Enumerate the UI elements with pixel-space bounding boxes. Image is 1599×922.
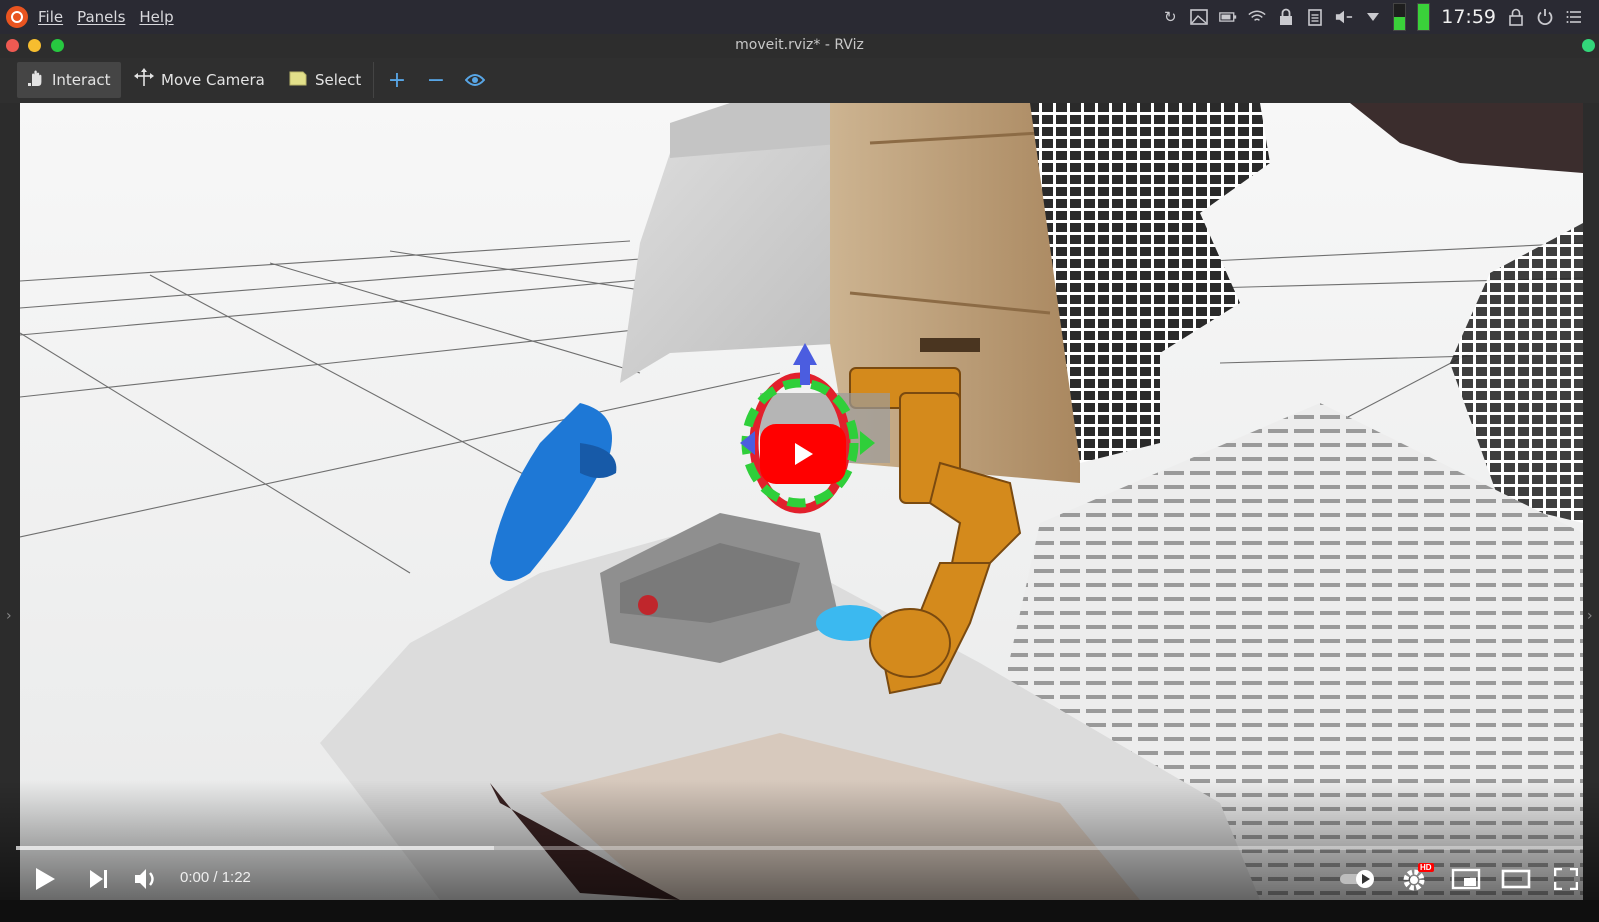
- screen-lock-icon[interactable]: [1507, 8, 1525, 26]
- theater-icon: [1501, 869, 1531, 889]
- lock-icon[interactable]: [1277, 8, 1295, 26]
- mute-button[interactable]: [128, 858, 166, 900]
- skip-next-icon: [90, 870, 107, 888]
- autoplay-icon: [1340, 870, 1374, 888]
- interact-tool-label: Interact: [52, 71, 111, 89]
- system-tray: ↻ 17:59: [1161, 0, 1583, 34]
- play-triangle-icon: [795, 443, 813, 465]
- plus-icon[interactable]: +: [383, 64, 411, 96]
- battery-level-low-icon: [1393, 3, 1407, 31]
- menu-help[interactable]: Help: [139, 8, 173, 26]
- menu-panels[interactable]: Panels: [77, 8, 125, 26]
- image-icon[interactable]: [1190, 8, 1209, 26]
- move-camera-tool-label: Move Camera: [161, 71, 265, 89]
- sync-icon[interactable]: ↻: [1161, 8, 1179, 26]
- battery-level-full-icon: [1417, 3, 1431, 31]
- dropdown-icon[interactable]: [1364, 8, 1382, 26]
- volume-icon: [135, 869, 154, 889]
- play-icon: [36, 868, 55, 890]
- page-bottom-band: [0, 900, 1599, 922]
- player-controls: 0:00 / 1:22 HD: [0, 858, 1599, 900]
- expand-right-icon[interactable]: ›: [1587, 608, 1593, 624]
- ubuntu-logo-icon[interactable]: [6, 6, 28, 28]
- rviz-toolbar: Interact Move Camera Select + −: [0, 58, 1599, 104]
- move-arrows-icon: [134, 68, 154, 92]
- menu-file[interactable]: File: [38, 8, 63, 26]
- theater-mode-button[interactable]: [1496, 858, 1536, 900]
- toolbar-separator: [373, 62, 374, 98]
- progress-bar[interactable]: [16, 846, 1583, 850]
- select-tool-label: Select: [315, 71, 362, 89]
- system-menubar: File Panels Help ↻ 17:59: [0, 0, 1599, 34]
- large-play-button[interactable]: [760, 424, 846, 484]
- window-titlebar: moveit.rviz* - RViz: [0, 34, 1599, 58]
- time-display: 0:00 / 1:22: [180, 869, 251, 886]
- window-title: moveit.rviz* - RViz: [735, 37, 864, 53]
- fullscreen-button[interactable]: [1546, 858, 1586, 900]
- minus-icon[interactable]: −: [422, 64, 450, 96]
- next-button[interactable]: [82, 858, 116, 900]
- clipboard-icon[interactable]: [1306, 8, 1324, 26]
- move-camera-tool-button[interactable]: Move Camera: [124, 62, 275, 98]
- buffered-bar: [16, 846, 494, 850]
- eye-icon[interactable]: [461, 64, 489, 96]
- miniplayer-button[interactable]: [1446, 858, 1486, 900]
- miniplayer-icon: [1451, 868, 1481, 890]
- power-icon[interactable]: [1536, 8, 1554, 26]
- battery-icon[interactable]: [1219, 8, 1237, 26]
- wifi-icon[interactable]: [1248, 8, 1266, 26]
- hand-pointer-icon: [27, 69, 45, 91]
- volume-icon[interactable]: [1335, 8, 1353, 26]
- clock[interactable]: 17:59: [1441, 6, 1496, 28]
- settings-button[interactable]: HD: [1396, 858, 1436, 900]
- fullscreen-icon: [1554, 868, 1578, 890]
- play-button[interactable]: [28, 858, 62, 900]
- interact-tool-button[interactable]: Interact: [17, 62, 121, 98]
- select-tool-button[interactable]: Select: [278, 62, 371, 98]
- expand-left-icon[interactable]: ›: [6, 608, 12, 624]
- settings-list-icon[interactable]: [1565, 8, 1583, 26]
- hd-badge: HD: [1418, 863, 1434, 872]
- autoplay-toggle[interactable]: [1338, 858, 1378, 900]
- window-indicator-icon: [1582, 39, 1595, 52]
- select-box-icon: [288, 69, 308, 91]
